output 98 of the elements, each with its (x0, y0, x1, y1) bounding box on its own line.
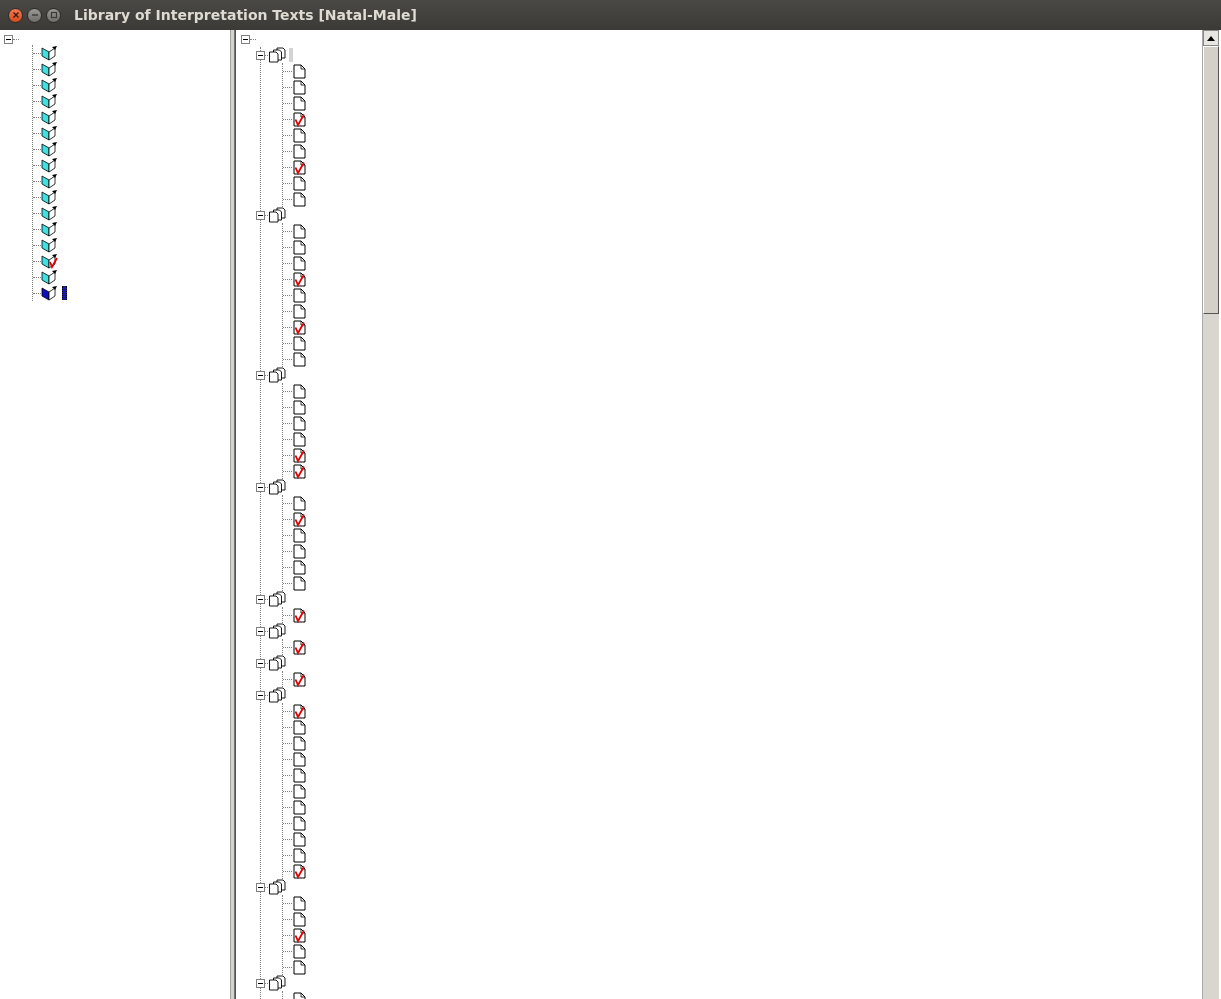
book-icon[interactable] (41, 205, 58, 221)
book-icon[interactable] (41, 221, 58, 237)
document-icon[interactable] (293, 303, 306, 319)
documents-icon[interactable] (268, 479, 286, 495)
document-icon[interactable] (293, 223, 306, 239)
document-icon[interactable] (293, 79, 306, 95)
book-icon[interactable] (41, 61, 58, 77)
collapse-toggle[interactable] (256, 210, 265, 220)
documents-icon[interactable] (268, 367, 286, 383)
document-icon[interactable] (293, 671, 306, 687)
collapse-toggle[interactable] (256, 690, 265, 700)
document-icon[interactable] (293, 415, 306, 431)
document-icon[interactable] (293, 719, 306, 735)
documents-icon[interactable] (268, 687, 286, 703)
selection-highlight (62, 286, 67, 300)
collapse-toggle[interactable] (256, 370, 265, 380)
scrollbar-thumb[interactable] (1203, 46, 1219, 314)
document-icon[interactable] (293, 127, 306, 143)
document-icon[interactable] (293, 111, 306, 127)
document-icon[interactable] (293, 831, 306, 847)
close-icon (11, 11, 20, 19)
book-icon[interactable] (41, 109, 58, 125)
document-icon[interactable] (293, 639, 306, 655)
collapse-toggle[interactable] (256, 50, 265, 60)
document-icon[interactable] (293, 191, 306, 207)
document-icon[interactable] (293, 351, 306, 367)
document-icon[interactable] (293, 239, 306, 255)
document-icon[interactable] (293, 767, 306, 783)
maximize-button[interactable] (46, 7, 61, 23)
document-icon[interactable] (293, 543, 306, 559)
document-icon[interactable] (293, 527, 306, 543)
document-icon[interactable] (293, 607, 306, 623)
document-icon[interactable] (293, 735, 306, 751)
document-icon[interactable] (293, 447, 306, 463)
up-arrow-icon (1207, 35, 1215, 41)
scroll-up-button[interactable] (1203, 30, 1219, 46)
book-icon[interactable] (41, 141, 58, 157)
collapse-toggle[interactable] (4, 34, 13, 44)
document-icon[interactable] (293, 255, 306, 271)
book-icon[interactable] (41, 125, 58, 141)
document-icon[interactable] (293, 383, 306, 399)
collapse-toggle[interactable] (256, 658, 265, 668)
document-icon[interactable] (293, 751, 306, 767)
maximize-icon (49, 11, 58, 19)
documents-icon[interactable] (268, 879, 286, 895)
collapse-toggle[interactable] (256, 626, 265, 636)
documents-icon[interactable] (268, 591, 286, 607)
document-icon[interactable] (293, 511, 306, 527)
document-icon[interactable] (293, 863, 306, 879)
collapse-toggle[interactable] (256, 482, 265, 492)
document-icon[interactable] (293, 271, 306, 287)
document-icon[interactable] (293, 431, 306, 447)
collapse-toggle[interactable] (256, 882, 265, 892)
book-icon[interactable] (41, 157, 58, 173)
document-icon[interactable] (293, 175, 306, 191)
collapse-toggle[interactable] (256, 594, 265, 604)
document-icon[interactable] (293, 335, 306, 351)
window-title: Library of Interpretation Texts [Natal-Male] (74, 7, 417, 23)
document-icon[interactable] (293, 783, 306, 799)
document-icon[interactable] (293, 159, 306, 175)
collapse-toggle[interactable] (256, 978, 265, 988)
minimize-button[interactable] (27, 7, 42, 23)
book-icon[interactable] (41, 77, 58, 93)
book-icon[interactable] (41, 189, 58, 205)
book-icon[interactable] (41, 45, 58, 61)
document-icon[interactable] (293, 399, 306, 415)
document-icon[interactable] (293, 799, 306, 815)
document-icon[interactable] (293, 559, 306, 575)
document-icon[interactable] (293, 463, 306, 479)
document-icon[interactable] (293, 815, 306, 831)
book-icon[interactable] (41, 285, 58, 301)
documents-icon[interactable] (268, 207, 286, 223)
document-icon[interactable] (293, 287, 306, 303)
document-icon[interactable] (293, 927, 306, 943)
document-icon[interactable] (293, 63, 306, 79)
document-icon[interactable] (293, 95, 306, 111)
documents-icon[interactable] (268, 47, 286, 63)
book-icon[interactable] (41, 269, 58, 285)
document-icon[interactable] (293, 943, 306, 959)
document-icon[interactable] (293, 575, 306, 591)
documents-icon[interactable] (268, 655, 286, 671)
document-icon[interactable] (293, 495, 306, 511)
document-icon[interactable] (293, 847, 306, 863)
document-icon[interactable] (293, 319, 306, 335)
book-icon[interactable] (41, 173, 58, 189)
document-icon[interactable] (293, 895, 306, 911)
document-icon[interactable] (293, 143, 306, 159)
documents-icon[interactable] (268, 975, 286, 991)
book-icon[interactable] (41, 253, 58, 269)
document-icon[interactable] (293, 959, 306, 975)
document-icon[interactable] (293, 703, 306, 719)
minimize-icon (30, 11, 39, 19)
book-icon[interactable] (41, 93, 58, 109)
collapse-toggle[interactable] (241, 34, 250, 44)
documents-icon[interactable] (268, 623, 286, 639)
close-button[interactable] (8, 7, 23, 23)
book-icon[interactable] (41, 237, 58, 253)
document-icon[interactable] (293, 911, 306, 927)
